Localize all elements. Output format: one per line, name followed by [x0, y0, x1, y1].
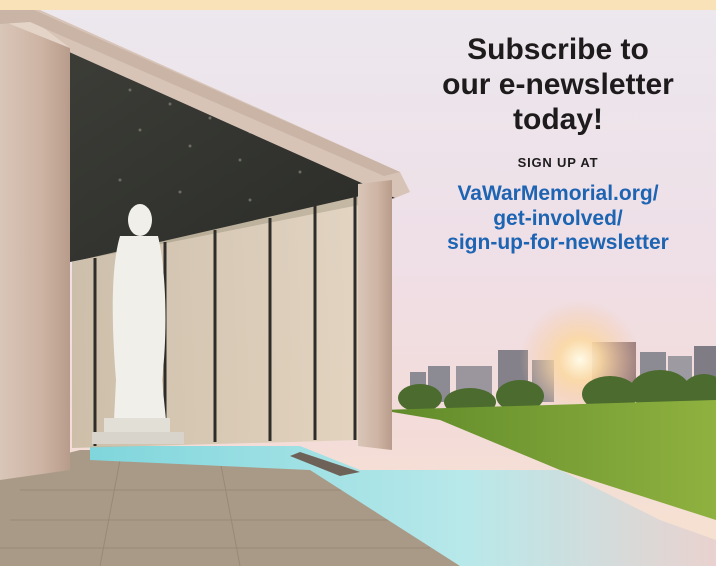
link-line: get-involved/ — [493, 206, 623, 230]
newsletter-link[interactable]: VaWarMemorial.org/ get-involved/ sign-up… — [408, 182, 708, 256]
headline-line: Subscribe to — [467, 33, 649, 66]
right-pillar — [358, 180, 392, 450]
top-band — [0, 0, 716, 10]
left-pillar — [0, 20, 70, 480]
signup-label: SIGN UP AT — [517, 155, 599, 171]
newsletter-promo: Subscribe to our e-newsletter today! SIG… — [408, 32, 708, 256]
link-line: sign-up-for-newsletter — [447, 231, 669, 255]
headline-line: our e-newsletter — [442, 68, 674, 102]
headline-line: today! — [513, 103, 603, 137]
link-line: VaWarMemorial.org/ — [457, 182, 659, 206]
promo-headline: Subscribe to our e-newsletter today! — [408, 32, 708, 137]
